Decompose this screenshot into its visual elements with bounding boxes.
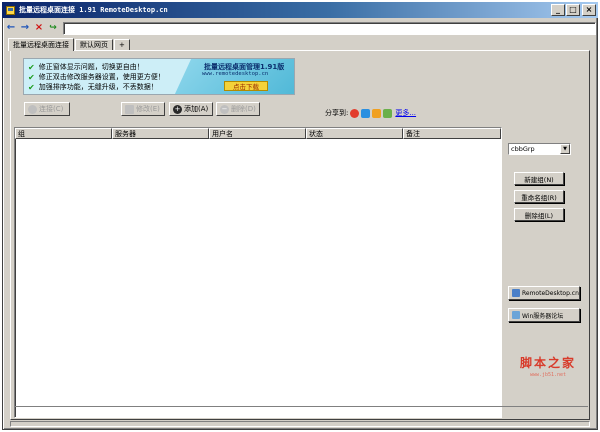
renren-icon[interactable] bbox=[372, 108, 382, 118]
title-bar[interactable]: 批量远程桌面连接 1.91 RemoteDesktop.cn _ □ × bbox=[2, 2, 598, 18]
edit-button[interactable]: 修改(E) bbox=[121, 102, 165, 116]
group-select[interactable]: cbbGrp ▼ bbox=[508, 143, 571, 155]
forum-link-button[interactable]: Win服务器论坛 bbox=[508, 308, 580, 322]
feature-item: ✔ 修正双击修改服务器设置，使用更方便！ bbox=[28, 72, 165, 82]
app-icon bbox=[6, 5, 15, 15]
watermark-sub: www.jb51.net bbox=[529, 372, 567, 378]
add-icon: + bbox=[173, 104, 182, 114]
delete-icon: − bbox=[220, 104, 229, 114]
status-bar bbox=[10, 421, 590, 427]
check-icon: ✔ bbox=[28, 62, 35, 72]
window-title: 批量远程桌面连接 1.91 RemoteDesktop.cn bbox=[19, 6, 168, 14]
promo-site: www.remotedesktop.cn bbox=[202, 71, 269, 77]
share-bar: 分享到: 更多... bbox=[325, 108, 416, 118]
forum-icon bbox=[512, 311, 520, 319]
column-header-server[interactable]: 服务器 bbox=[112, 128, 209, 139]
promo-panel: 批量远程桌面管理1.91版 www.remotedesktop.cn 点击下载 bbox=[174, 59, 294, 94]
tab-content: ✔ 修正窗体显示问题，切换更自由！ ✔ 修正双击修改服务器设置，使用更方便！ ✔ 加强… bbox=[10, 50, 590, 420]
share-more-link[interactable]: 更多... bbox=[395, 108, 416, 118]
forward-arrow-icon[interactable]: → bbox=[18, 22, 32, 35]
minimize-button[interactable]: _ bbox=[551, 4, 565, 16]
kaixin-icon[interactable] bbox=[383, 108, 393, 118]
address-input[interactable] bbox=[63, 21, 596, 35]
watermark-main: 脚本之家 bbox=[519, 356, 576, 370]
connect-icon bbox=[28, 104, 37, 114]
column-header-notes[interactable]: 备注 bbox=[403, 128, 501, 139]
go-icon[interactable]: ↪ bbox=[46, 22, 60, 35]
feature-item: ✔ 加强排序功能，无缝升级，不丢数据！ bbox=[28, 82, 158, 92]
delete-group-button[interactable]: 删除组(L) bbox=[514, 208, 564, 221]
check-icon: ✔ bbox=[28, 82, 35, 92]
close-button[interactable]: × bbox=[582, 4, 596, 16]
feature-list: ✔ 修正窗体显示问题，切换更自由！ ✔ 修正双击修改服务器设置，使用更方便！ ✔ 加强… bbox=[28, 62, 165, 92]
navigation-bar: ← → × ↪ bbox=[4, 21, 596, 35]
download-button[interactable]: 点击下载 bbox=[224, 81, 268, 91]
delete-button[interactable]: − 删除(D) bbox=[216, 102, 260, 116]
share-label: 分享到: bbox=[325, 109, 349, 117]
site-icon bbox=[512, 289, 520, 297]
server-list[interactable]: 组 服务器 用户名 状态 备注 bbox=[14, 127, 502, 418]
column-header-status[interactable]: 状态 bbox=[306, 128, 403, 139]
stop-icon[interactable]: × bbox=[32, 22, 46, 35]
site-link-button[interactable]: RemoteDesktop.cn bbox=[508, 286, 580, 300]
maximize-button[interactable]: □ bbox=[566, 4, 580, 16]
group-panel: cbbGrp ▼ 新建组(N) 重命名组(R) 删除组(L) RemoteDes… bbox=[505, 131, 587, 418]
window-controls: _ □ × bbox=[550, 4, 596, 16]
rename-group-button[interactable]: 重命名组(R) bbox=[514, 190, 564, 203]
column-header-username[interactable]: 用户名 bbox=[209, 128, 306, 139]
connect-button[interactable]: 连接(C) bbox=[24, 102, 70, 116]
add-button[interactable]: + 添加(A) bbox=[169, 102, 213, 116]
column-header-group[interactable]: 组 bbox=[15, 128, 112, 139]
back-arrow-icon[interactable]: ← bbox=[4, 22, 18, 35]
feature-item: ✔ 修正窗体显示问题，切换更自由！ bbox=[28, 62, 144, 72]
watermark: 脚本之家 www.jb51.net bbox=[513, 354, 583, 378]
qzone-icon[interactable] bbox=[361, 108, 371, 118]
new-group-button[interactable]: 新建组(N) bbox=[514, 172, 564, 185]
edit-icon bbox=[125, 104, 134, 114]
weibo-icon[interactable] bbox=[350, 108, 360, 118]
check-icon: ✔ bbox=[28, 72, 35, 82]
list-header: 组 服务器 用户名 状态 备注 bbox=[15, 128, 501, 139]
tab-batch-remote[interactable]: 批量远程桌面连接 bbox=[8, 38, 74, 51]
promo-banner[interactable]: ✔ 修正窗体显示问题，切换更自由！ ✔ 修正双击修改服务器设置，使用更方便！ ✔ 加强… bbox=[23, 58, 295, 95]
horizontal-divider bbox=[14, 406, 588, 416]
chevron-down-icon[interactable]: ▼ bbox=[560, 144, 570, 154]
